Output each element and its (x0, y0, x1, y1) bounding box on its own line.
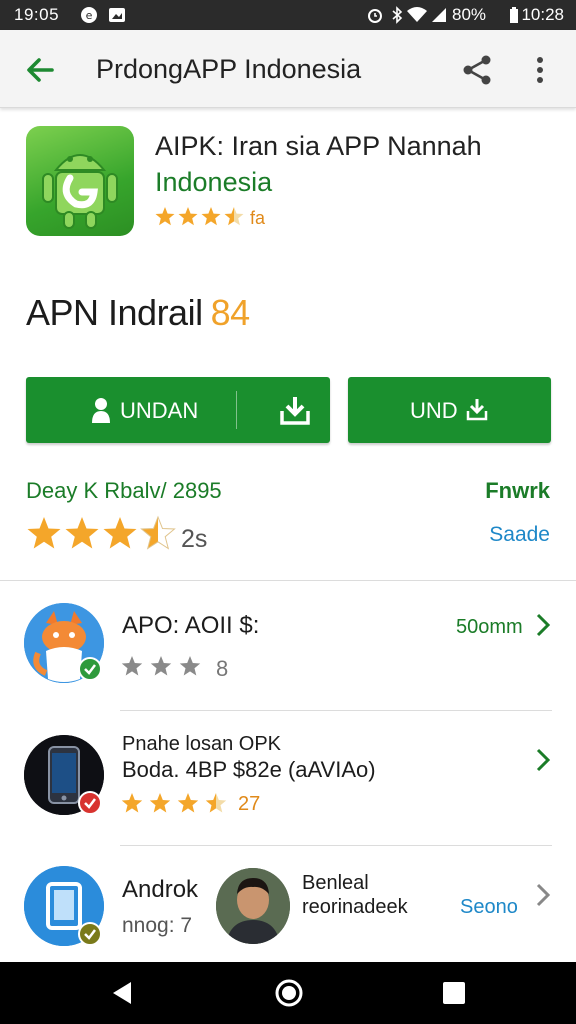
more-vert-icon[interactable] (528, 52, 552, 88)
status-badge-icon (78, 922, 102, 946)
android-icon (42, 154, 118, 229)
section-title-text: APN Indrail (26, 292, 203, 333)
person-icon (92, 398, 110, 423)
section-title-accent: 84 (210, 292, 251, 333)
person-name-line2: reorinadeek (302, 896, 408, 918)
chevron-right-icon[interactable] (534, 612, 552, 638)
person-photo-icon (216, 868, 290, 944)
phone-app-icon (24, 735, 104, 815)
details-right-label[interactable]: Fnwrk (485, 478, 550, 504)
list-item-stars (121, 793, 227, 813)
list-item-title: Androk (122, 876, 199, 903)
status-bar: 19:05 e 80% 10:28 (0, 0, 576, 30)
app-name-line2: Indonesia (155, 167, 273, 197)
status-time: 19:05 (14, 5, 60, 24)
update-badge-icon (78, 791, 102, 815)
install-button-label: UNDAN (120, 398, 199, 423)
battery-icon (510, 7, 518, 23)
notification-icon: e (81, 7, 97, 23)
wifi-icon (407, 7, 427, 22)
person-name-line1: Benleal (302, 872, 369, 894)
download-icon[interactable] (278, 393, 312, 427)
arrow-back-icon[interactable] (22, 52, 58, 88)
battery-percent: 80% (452, 5, 487, 24)
bluetooth-icon (392, 6, 403, 24)
und-button[interactable]: UND (348, 377, 551, 443)
page-title: PrdongAPP Indonesia (96, 54, 362, 84)
signal-icon (432, 8, 446, 22)
button-divider (236, 391, 237, 429)
app-name: AIPK: Iran sia APP Nannah Indonesia (155, 128, 555, 200)
header-rating-text: fa (250, 208, 266, 228)
section-divider (0, 580, 576, 581)
list-item-title: APO: AOII $: (122, 612, 260, 639)
android-fox-icon (24, 603, 104, 683)
list-divider (120, 710, 552, 711)
app-bar: PrdongAPP Indonesia (0, 30, 576, 108)
list-item-title-line1: Pnahe losan OPK (122, 733, 281, 755)
status-right-time: 10:28 (521, 5, 564, 24)
app-icon[interactable] (26, 126, 134, 236)
rating-count: 2s (181, 525, 208, 553)
list-divider (120, 845, 552, 846)
navigation-bar (0, 962, 576, 1024)
developer-line[interactable]: Deay K Rbalv/ 2895 (26, 478, 222, 504)
nav-home-icon[interactable] (274, 978, 304, 1008)
share-icon[interactable] (460, 53, 494, 87)
section-title: APN Indrail 84 (26, 292, 250, 334)
list-item-title-line2: Boda. 4BP $82e (aAVIAo) (122, 757, 376, 782)
list-item-stars (121, 656, 201, 676)
list-item-rating: 27 (238, 793, 261, 815)
header-stars (154, 205, 246, 234)
chevron-right-icon[interactable] (534, 882, 552, 908)
svg-text:e: e (86, 9, 93, 22)
und-button-label: UND (410, 398, 458, 423)
app-name-line1: AIPK: Iran sia APP Nannah (155, 131, 482, 161)
download-small-icon (466, 399, 488, 421)
nav-recents-icon[interactable] (443, 982, 465, 1004)
installed-badge-icon (78, 657, 102, 681)
install-button[interactable]: UNDAN (26, 377, 330, 443)
avatar (216, 868, 290, 944)
image-notification-icon (109, 8, 125, 22)
list-item-size: 50omm (456, 616, 523, 638)
list-item-subtitle: nnog: 7 (122, 914, 193, 937)
details-link[interactable]: Saade (489, 523, 550, 547)
alarm-icon (368, 9, 382, 23)
nav-back-icon[interactable] (111, 981, 133, 1005)
list-item-link[interactable]: Seono (460, 896, 518, 919)
list-item-rating: 8 (216, 656, 229, 681)
star-rating-icon (155, 207, 244, 226)
chevron-right-icon[interactable] (534, 747, 552, 773)
tablet-app-icon (24, 866, 104, 946)
big-star-rating-icon (27, 515, 176, 550)
rating-stars (26, 515, 176, 560)
